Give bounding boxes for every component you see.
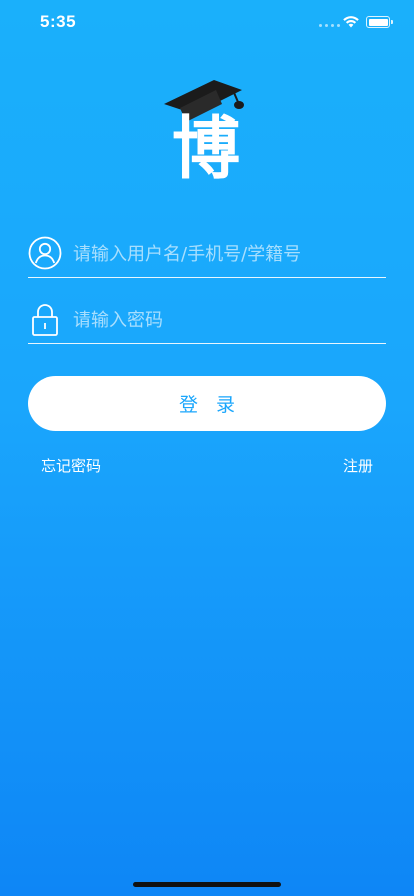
cellular-signal-icon: [319, 24, 340, 27]
battery-icon: [366, 16, 393, 28]
status-time: 5:35: [40, 12, 77, 31]
login-button[interactable]: 登录: [28, 376, 386, 431]
status-bar: 5:35: [0, 0, 414, 44]
password-field-container: [28, 296, 386, 344]
username-field-container: [28, 230, 386, 278]
forgot-password-link[interactable]: 忘记密码: [41, 455, 101, 476]
lock-icon: [32, 304, 58, 336]
password-input[interactable]: [73, 304, 373, 336]
register-link[interactable]: 注册: [343, 455, 373, 476]
home-indicator: [133, 882, 281, 887]
logo-character: 博: [172, 110, 240, 180]
user-icon: [28, 236, 62, 270]
app-logo: 博: [164, 80, 244, 180]
username-input[interactable]: [73, 238, 373, 270]
wifi-icon: [343, 16, 359, 28]
